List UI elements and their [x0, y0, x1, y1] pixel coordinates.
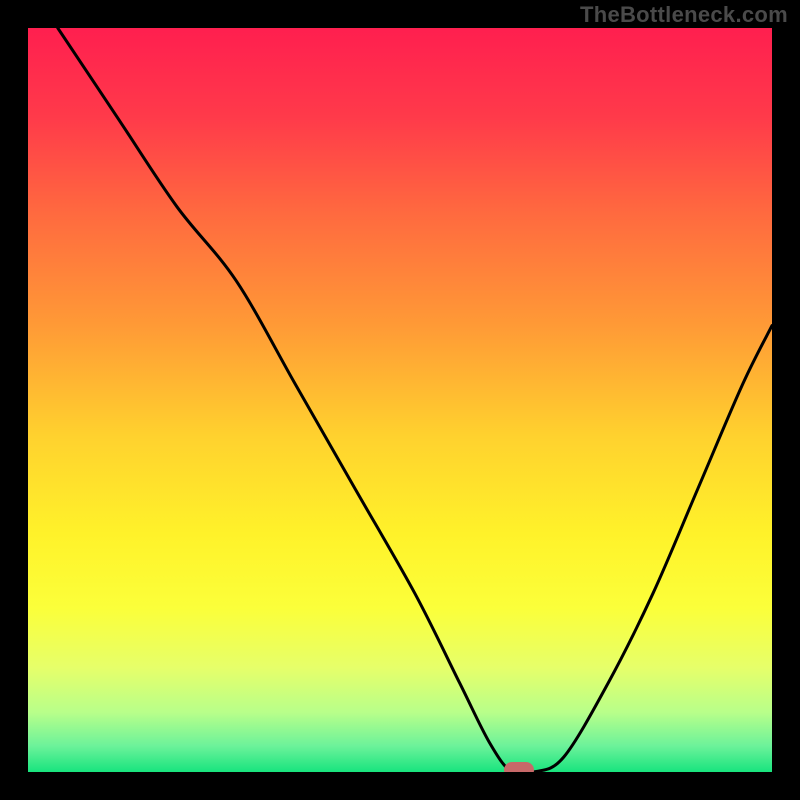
chart-svg — [28, 28, 772, 772]
gradient-bg — [28, 28, 772, 772]
plot-area — [28, 28, 772, 772]
chart-frame: TheBottleneck.com — [0, 0, 800, 800]
optimum-marker — [504, 762, 534, 772]
watermark-text: TheBottleneck.com — [580, 2, 788, 28]
